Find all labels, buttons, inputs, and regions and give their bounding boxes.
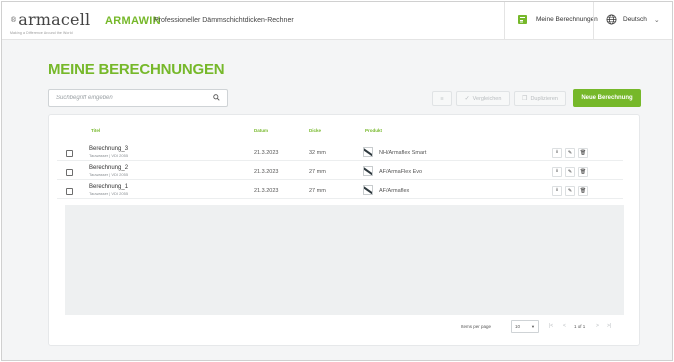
app-window: ®armacell Making a Difference Around the… <box>1 1 673 361</box>
download-icon[interactable]: ⭳ <box>552 167 562 177</box>
row-actions: ⭳ ✎ 🗑 <box>552 186 588 196</box>
pagination: Items per page 10 ▼ |< < 1 of 1 > >| <box>49 320 639 334</box>
product-thumbnail <box>363 147 373 157</box>
first-page-icon[interactable]: |< <box>549 323 553 329</box>
items-per-page-select[interactable]: 10 ▼ <box>511 320 539 333</box>
trash-icon[interactable]: 🗑 <box>578 167 588 177</box>
pencil-icon[interactable]: ✎ <box>565 148 575 158</box>
search-icon <box>213 93 220 103</box>
row-product: AF/ArmaFlex Evo <box>379 169 423 175</box>
column-title[interactable]: Titel <box>91 128 100 133</box>
table-row[interactable]: Berechnung_2 Tauwasser | VDI 2055 21.3.2… <box>57 163 623 180</box>
check-icon: ✓ <box>464 96 470 102</box>
header-divider <box>593 2 594 40</box>
row-date: 21.3.2023 <box>254 169 279 175</box>
armacell-logo[interactable]: ®armacell Making a Difference Around the… <box>10 12 90 36</box>
caret-down-icon: ▼ <box>531 324 535 329</box>
search-box[interactable] <box>48 89 228 107</box>
download-icon[interactable]: ⭳ <box>552 186 562 196</box>
globe-icon <box>606 14 617 25</box>
row-date: 21.3.2023 <box>254 150 279 156</box>
column-product[interactable]: Produkt <box>365 128 382 133</box>
row-title-cell: Berechnung_3 Tauwasser | VDI 2055 <box>89 146 129 158</box>
app-title: Professioneller Dämmschichtdicken-Rechne… <box>154 17 294 24</box>
duplicate-button[interactable]: ❐ Duplizieren <box>514 91 566 106</box>
product-thumbnail <box>363 185 373 195</box>
new-calculation-button[interactable]: Neue Berechnung <box>573 89 641 107</box>
table-row[interactable]: Berechnung_3 Tauwasser | VDI 2055 21.3.2… <box>57 144 623 161</box>
search-input[interactable] <box>56 95 213 101</box>
compare-button[interactable]: ✓ Vergleichen <box>456 91 510 106</box>
page-info: 1 of 1 <box>574 324 586 329</box>
row-product: NH/Armaflex Smart <box>379 150 427 156</box>
row-checkbox[interactable] <box>66 188 73 195</box>
my-calculations-button[interactable]: Meine Berechnungen <box>518 15 598 24</box>
row-thickness: 27 mm <box>309 169 326 175</box>
next-page-icon[interactable]: > <box>596 323 599 329</box>
row-title-cell: Berechnung_2 Tauwasser | VDI 2055 <box>89 165 129 177</box>
trash-icon[interactable]: 🗑 <box>578 186 588 196</box>
row-thickness: 27 mm <box>309 188 326 194</box>
row-product: AF/Armaflex <box>379 188 410 194</box>
row-date: 21.3.2023 <box>254 188 279 194</box>
row-actions: ⭳ ✎ 🗑 <box>552 167 588 177</box>
product-thumbnail <box>363 166 373 176</box>
row-title-cell: Berechnung_1 Tauwasser | VDI 2055 <box>89 184 129 196</box>
table-row[interactable]: Berechnung_1 Tauwasser | VDI 2055 21.3.2… <box>57 182 623 199</box>
last-page-icon[interactable]: >| <box>607 323 611 329</box>
items-per-page-label: Items per page <box>461 324 492 329</box>
filter-button[interactable]: ≡ <box>432 91 452 106</box>
pencil-icon[interactable]: ✎ <box>565 186 575 196</box>
previous-page-icon[interactable]: < <box>563 323 566 329</box>
download-icon[interactable]: ⭳ <box>552 148 562 158</box>
page-title: MEINE BERECHNUNGEN <box>48 61 225 78</box>
table-empty-area <box>65 205 624 315</box>
chevron-down-icon: ⌄ <box>653 16 660 24</box>
header-divider <box>504 2 505 40</box>
row-checkbox[interactable] <box>66 169 73 176</box>
row-checkbox[interactable] <box>66 150 73 157</box>
brand-name: ARMAWIN <box>105 15 161 27</box>
row-actions: ⭳ ✎ 🗑 <box>552 148 588 158</box>
column-date[interactable]: Datum <box>254 128 268 133</box>
top-bar: ®armacell Making a Difference Around the… <box>2 2 672 40</box>
trash-icon[interactable]: 🗑 <box>578 148 588 158</box>
column-thickness[interactable]: Dicke <box>309 128 321 133</box>
row-thickness: 32 mm <box>309 150 326 156</box>
calculator-icon <box>518 15 527 24</box>
copy-icon: ❐ <box>522 96 528 102</box>
pencil-icon[interactable]: ✎ <box>565 167 575 177</box>
calculations-table: Titel Datum Dicke Produkt Berechnung_3 T… <box>48 114 640 346</box>
language-selector[interactable]: Deutsch ⌄ <box>606 14 660 25</box>
filter-icon: ≡ <box>440 95 444 102</box>
table-header: Titel Datum Dicke Produkt <box>49 124 639 136</box>
